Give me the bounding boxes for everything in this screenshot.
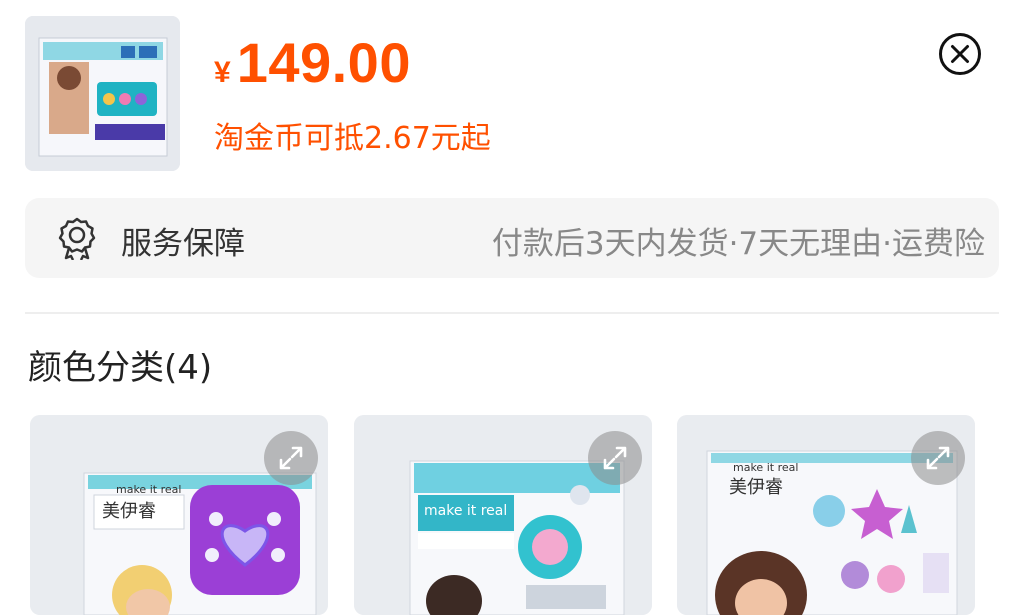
variant-brand-cn: 美伊睿 <box>102 501 156 522</box>
variant-card[interactable]: make it real 美伊睿 <box>30 415 328 615</box>
service-guarantee-bar[interactable]: 服务保障 付款后3天内发货·7天无理由·运费险 <box>25 198 999 278</box>
variant-section-title: 颜色分类(4) <box>28 348 213 388</box>
expand-arrows-icon <box>926 446 950 470</box>
currency-symbol: ¥ <box>214 56 231 89</box>
coin-discount-note: 淘金币可抵2.67元起 <box>214 121 491 156</box>
variant-brand: make it real <box>116 483 182 496</box>
expand-arrows-icon <box>603 446 627 470</box>
variant-brand-cn: 美伊睿 <box>729 477 783 498</box>
close-circle-icon <box>939 33 981 75</box>
product-thumbnail[interactable] <box>25 16 180 171</box>
product-thumbnail-image <box>25 16 180 171</box>
award-badge-icon <box>58 217 96 260</box>
expand-arrows-icon <box>279 446 303 470</box>
price-amount: 149.00 <box>236 31 411 94</box>
expand-button[interactable] <box>911 431 965 485</box>
variant-brand: make it real <box>424 503 508 519</box>
price: ¥ 149.00 <box>214 30 411 95</box>
service-detail: 付款后3天内发货·7天无理由·运费险 <box>491 226 985 262</box>
expand-button[interactable] <box>588 431 642 485</box>
expand-button[interactable] <box>264 431 318 485</box>
close-button[interactable] <box>938 32 982 76</box>
variant-card[interactable]: make it real 美伊睿 <box>677 415 975 615</box>
variant-card[interactable]: make it real <box>354 415 652 615</box>
service-label: 服务保障 <box>121 226 245 262</box>
section-divider <box>25 312 999 314</box>
